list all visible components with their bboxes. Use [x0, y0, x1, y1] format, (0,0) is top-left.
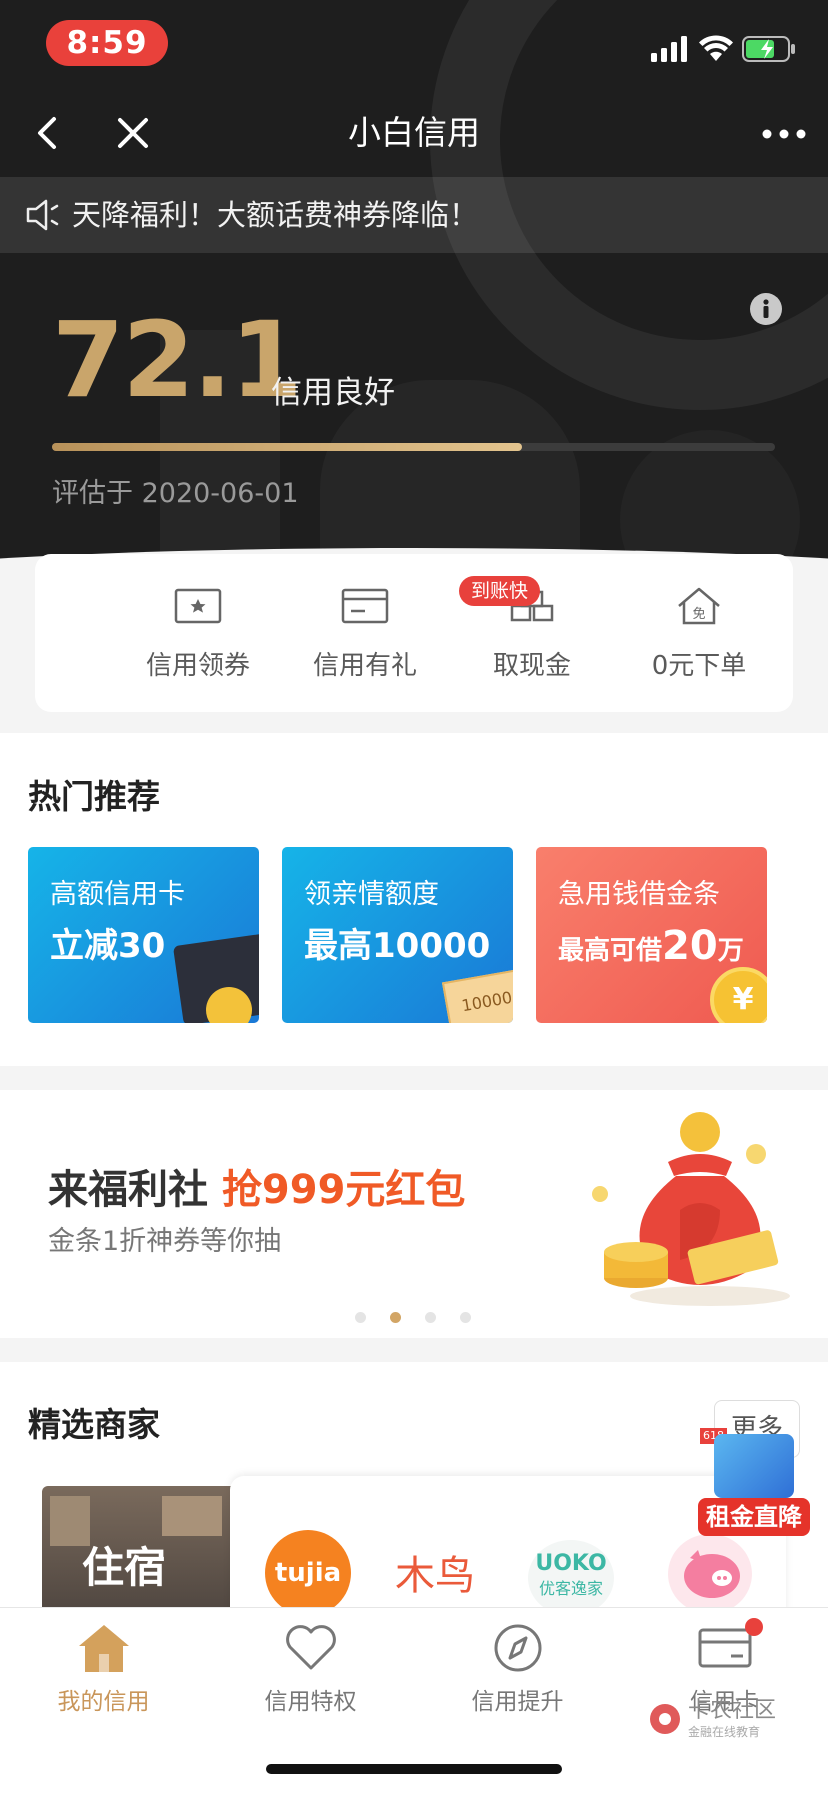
quick-action-coupon[interactable]: 信用领券: [113, 554, 283, 712]
category-card-lodging[interactable]: 住宿: [42, 1486, 262, 1616]
card-gift-icon: [341, 588, 389, 624]
yuan-coin-image: ¥: [710, 967, 767, 1023]
merchant-name: UOKO: [535, 1551, 607, 1576]
carousel-dot-active[interactable]: [390, 1312, 401, 1323]
more-dots-icon: [762, 129, 806, 139]
signal-icon: [651, 36, 691, 62]
free-house-icon: 免: [678, 587, 720, 625]
banner-title-highlight: 抢999元红包: [221, 1167, 466, 1213]
merchant-section-title: 精选商家: [28, 1405, 160, 1444]
tab-improve[interactable]: 信用提升: [414, 1608, 621, 1728]
banner-title-prefix: 来福利社: [48, 1167, 208, 1213]
watermark-logo-icon: [650, 1704, 680, 1734]
merchant-name: 木鸟: [395, 1553, 475, 1599]
piggy-icon: [684, 1550, 740, 1598]
promo-line1: 急用钱借金条: [558, 879, 720, 910]
promo-card-gold-loan[interactable]: 急用钱借金条 最高可借20万 ¥: [536, 847, 767, 1023]
tab-label: 我的信用: [57, 1689, 150, 1715]
watermark-title: 卡农社区: [688, 1698, 777, 1723]
tab-privileges[interactable]: 信用特权: [207, 1608, 414, 1728]
quick-action-free-order[interactable]: 免 0元下单: [614, 554, 784, 712]
house-icon: [79, 1625, 129, 1672]
notice-text: 天降福利！大额话费神券降临！: [72, 198, 479, 232]
watermark-subtitle: 金融在线教育: [688, 1725, 761, 1739]
quick-action-label: 信用有礼: [312, 651, 417, 681]
promo-line2: 最高10000: [304, 926, 491, 966]
more-menu-button[interactable]: [756, 114, 812, 154]
credit-level: 信用良好: [271, 375, 395, 411]
lodging-photo-window: [162, 1496, 222, 1536]
hot-section-title: 热门推荐: [28, 777, 160, 816]
promo-line2-wrap: 最高可借20万: [558, 923, 744, 974]
money-note-image: 10000: [441, 968, 513, 1023]
promo-line2-suffix: 万: [717, 936, 744, 966]
battery-icon: [742, 36, 796, 62]
quick-actions-card: 信用领券 信用有礼 取现金 免 0元下单: [35, 554, 793, 712]
category-label: 住宿: [82, 1543, 167, 1592]
float-badge-text: 租金直降: [698, 1498, 810, 1536]
quick-action-label: 0元下单: [651, 651, 747, 681]
wifi-icon: [699, 34, 733, 62]
fast-arrival-badge: 到账快: [459, 576, 541, 606]
home-indicator: [266, 1764, 562, 1774]
heart-icon: [286, 1625, 336, 1670]
yuan-coin-symbol: ¥: [732, 982, 754, 1017]
quick-action-gift[interactable]: 信用有礼: [280, 554, 450, 712]
phone-illustration: [714, 1434, 794, 1498]
carousel-dot[interactable]: [355, 1312, 366, 1323]
compass-icon: [494, 1624, 542, 1672]
notification-dot: [745, 1618, 763, 1636]
page-title: 小白信用: [348, 113, 480, 152]
tab-label: 信用提升: [471, 1689, 564, 1715]
status-time: 8:59: [46, 20, 168, 66]
watermark: 卡农社区 金融在线教育: [648, 1698, 818, 1742]
score-progress-fill: [52, 443, 522, 451]
merchant-name: tujia: [274, 1558, 342, 1588]
quick-action-label: 信用领券: [145, 651, 250, 681]
merchant-logo-muniao[interactable]: 木鸟: [395, 1546, 475, 1606]
promo-card-family-quota[interactable]: 领亲情额度 最高10000 10000: [282, 847, 513, 1023]
coupon-star-icon: [174, 588, 222, 624]
credit-score: 72.1: [52, 299, 303, 421]
info-icon[interactable]: [750, 293, 782, 325]
promo-line1: 高额信用卡: [50, 879, 185, 910]
merchant-logo-tujia[interactable]: tujia: [265, 1530, 351, 1616]
quick-action-label: 取现金: [492, 651, 571, 681]
promo-line2-number: 20: [662, 923, 718, 969]
carousel-dot[interactable]: [425, 1312, 436, 1323]
svg-text:免: 免: [692, 607, 705, 622]
tab-label: 信用特权: [264, 1689, 357, 1715]
evaluation-date: 评估于 2020-06-01: [52, 478, 299, 509]
promo-line2-prefix: 最高可借: [558, 936, 663, 966]
speaker-icon: [26, 199, 59, 231]
floating-rent-promo[interactable]: 618 租金直降: [698, 1426, 810, 1538]
promo-line1: 领亲情额度: [304, 879, 439, 910]
merchant-logo-piggy[interactable]: [668, 1534, 752, 1614]
merchant-logo-uoko[interactable]: UOKO 优客逸家: [528, 1540, 614, 1616]
merchant-subname: 优客逸家: [538, 1579, 603, 1598]
score-progress-track: [52, 443, 775, 451]
banner-title: 来福利社 抢999元红包: [48, 1162, 465, 1218]
promo-line2: 立减30: [50, 926, 166, 966]
promo-card-credit-card[interactable]: 高额信用卡 立减30: [28, 847, 259, 1023]
lucky-bag-illustration: [580, 1110, 800, 1310]
tab-my-credit[interactable]: 我的信用: [0, 1608, 207, 1728]
carousel-dot[interactable]: [460, 1312, 471, 1323]
notice-bar[interactable]: 天降福利！大额话费神券降临！: [0, 177, 828, 253]
banner-subtitle: 金条1折神券等你抽: [48, 1226, 282, 1257]
money-note-value: 10000: [460, 987, 513, 1016]
